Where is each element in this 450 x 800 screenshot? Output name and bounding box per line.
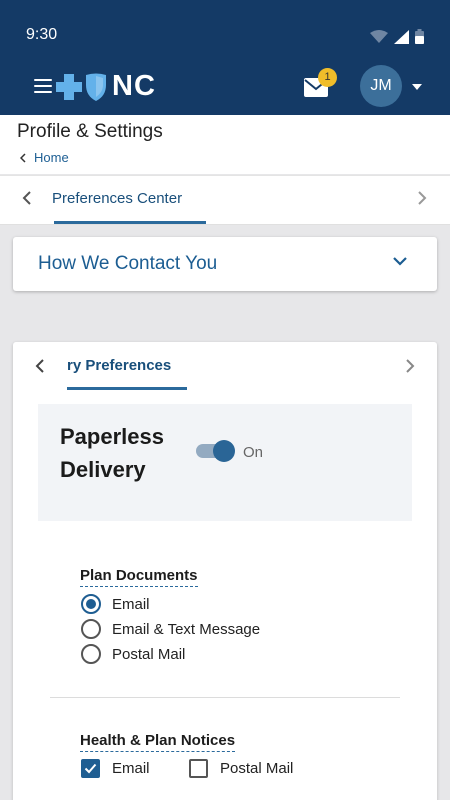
breadcrumb[interactable]: Home: [20, 150, 69, 165]
section-divider: [50, 697, 400, 698]
checkbox[interactable]: [81, 759, 100, 778]
caret-down-icon[interactable]: [412, 84, 422, 90]
page-title: Profile & Settings: [17, 121, 163, 142]
paperless-title-line1: Paperless: [60, 424, 164, 449]
chevron-down-icon[interactable]: [393, 257, 407, 266]
page-header: Profile & Settings Home: [0, 115, 450, 174]
checkbox-label: Postal Mail: [220, 760, 294, 777]
radio-button[interactable]: [81, 619, 101, 639]
logo-text: NC: [112, 70, 156, 102]
chevron-left-icon: [20, 152, 26, 163]
checkbox[interactable]: [189, 759, 208, 778]
avatar[interactable]: JM: [360, 65, 402, 107]
checkmark-icon: [84, 763, 97, 774]
chevron-left-icon[interactable]: [35, 358, 45, 374]
paperless-delivery-panel: Paperless Delivery On: [38, 404, 412, 521]
active-tab-indicator: [54, 221, 206, 224]
shield-logo-icon: [86, 73, 106, 101]
radio-label: Email: [112, 595, 150, 613]
logo: NC: [54, 70, 156, 103]
breadcrumb-home-link[interactable]: Home: [34, 150, 69, 165]
chevron-left-icon[interactable]: [22, 190, 32, 206]
radio-option-email-text[interactable]: Email & Text Message: [81, 619, 260, 639]
health-notices-title: Health & Plan Notices: [80, 732, 236, 752]
radio-option-email[interactable]: Email: [81, 594, 150, 614]
plan-documents-title: Plan Documents: [80, 567, 198, 587]
wifi-icon: [370, 29, 388, 43]
tab-strip: Preferences Center: [0, 175, 450, 225]
contact-accordion[interactable]: How We Contact You: [13, 237, 437, 291]
paperless-title: Paperless Delivery: [60, 420, 164, 486]
radio-label: Postal Mail: [112, 645, 186, 663]
radio-button[interactable]: [81, 594, 101, 614]
battery-icon: [415, 29, 424, 44]
signal-icon: [394, 29, 409, 44]
chevron-right-icon[interactable]: [405, 358, 415, 374]
chevron-right-icon[interactable]: [417, 190, 427, 206]
menu-icon[interactable]: [34, 79, 52, 93]
checkbox-label: Email: [112, 760, 150, 777]
tab-preferences-center[interactable]: Preferences Center: [52, 190, 182, 207]
toggle-knob[interactable]: [213, 440, 235, 462]
radio-button[interactable]: [81, 644, 101, 664]
checkbox-option-email[interactable]: Email: [81, 759, 150, 778]
active-tab-indicator: [67, 387, 187, 390]
cross-logo-icon: [56, 73, 82, 100]
toggle-state-label: On: [243, 444, 264, 461]
status-time: 9:30: [26, 26, 58, 43]
delivery-preferences-card: ry Preferences Paperless Delivery On Pla…: [13, 342, 437, 800]
checkbox-option-postal-mail[interactable]: Postal Mail: [189, 759, 293, 778]
radio-label: Email & Text Message: [112, 620, 261, 638]
status-icons: [370, 29, 424, 44]
tab-delivery-preferences[interactable]: ry Preferences: [67, 357, 171, 374]
notification-badge: 1: [318, 68, 337, 87]
radio-option-postal-mail[interactable]: Postal Mail: [81, 644, 185, 664]
paperless-title-line2: Delivery: [60, 457, 146, 482]
accordion-title: How We Contact You: [38, 253, 218, 274]
app-header: 9:30 NC 1 JM: [0, 0, 450, 115]
